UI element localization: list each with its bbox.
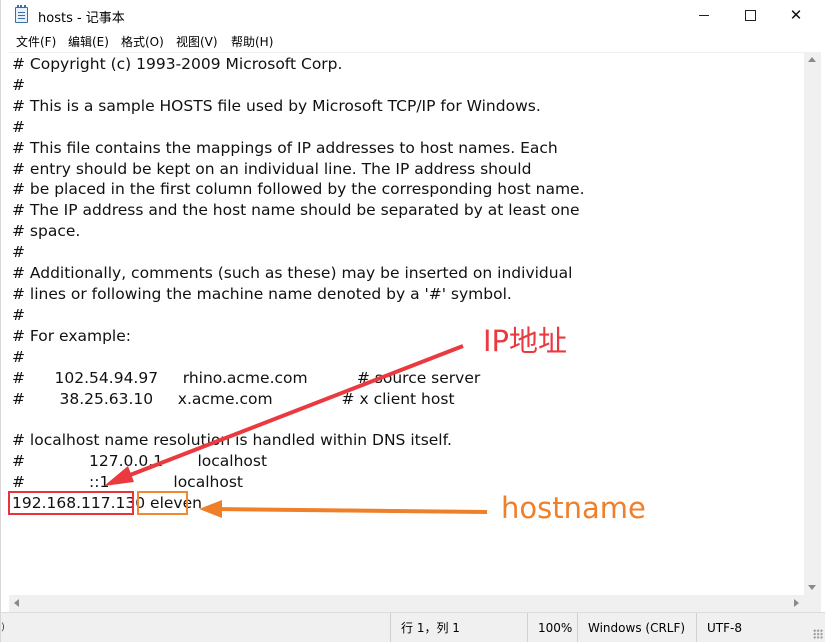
title-bar[interactable]: hosts - 记事本 ✕	[1, 0, 825, 30]
text-editor[interactable]: # Copyright (c) 1993-2009 Microsoft Corp…	[9, 52, 804, 596]
minimize-icon	[699, 14, 709, 16]
status-cursor-position: 行 1，列 1	[390, 613, 527, 642]
status-line-ending: Windows (CRLF)	[577, 613, 696, 642]
vertical-scrollbar[interactable]	[804, 52, 821, 595]
menu-format[interactable]: 格式(O)	[121, 33, 164, 50]
menu-help[interactable]: 帮助(H)	[231, 33, 273, 50]
maximize-icon	[744, 9, 756, 21]
close-button[interactable]: ✕	[773, 0, 819, 30]
edge-glyph: )	[1, 622, 5, 633]
resize-grip-icon[interactable]	[813, 629, 823, 639]
horizontal-scrollbar[interactable]	[9, 595, 804, 612]
status-encoding: UTF-8	[696, 613, 825, 642]
scrollbar-corner	[804, 595, 821, 612]
status-zoom: 100%	[527, 613, 577, 642]
minimize-button[interactable]	[681, 0, 727, 30]
window-title: hosts - 记事本	[38, 11, 125, 26]
menu-bar: 文件(F) 编辑(E) 格式(O) 视图(V) 帮助(H)	[1, 30, 825, 51]
maximize-button[interactable]	[727, 0, 773, 30]
menu-edit[interactable]: 编辑(E)	[68, 33, 109, 50]
notepad-icon	[15, 5, 28, 23]
status-bar: 行 1，列 1 100% Windows (CRLF) UTF-8	[1, 612, 825, 642]
menu-view[interactable]: 视图(V)	[176, 33, 218, 50]
scroll-right-icon[interactable]	[794, 599, 799, 607]
scroll-left-icon[interactable]	[14, 599, 19, 607]
close-icon: ✕	[789, 6, 803, 24]
editor-text[interactable]: # Copyright (c) 1993-2009 Microsoft Corp…	[12, 53, 802, 514]
menu-file[interactable]: 文件(F)	[16, 33, 56, 50]
scroll-up-icon[interactable]	[808, 57, 816, 62]
notepad-window: hosts - 记事本 ✕ 文件(F) 编辑(E) 格式(O) 视图(V) 帮助…	[0, 0, 825, 642]
scroll-down-icon[interactable]	[808, 585, 816, 590]
